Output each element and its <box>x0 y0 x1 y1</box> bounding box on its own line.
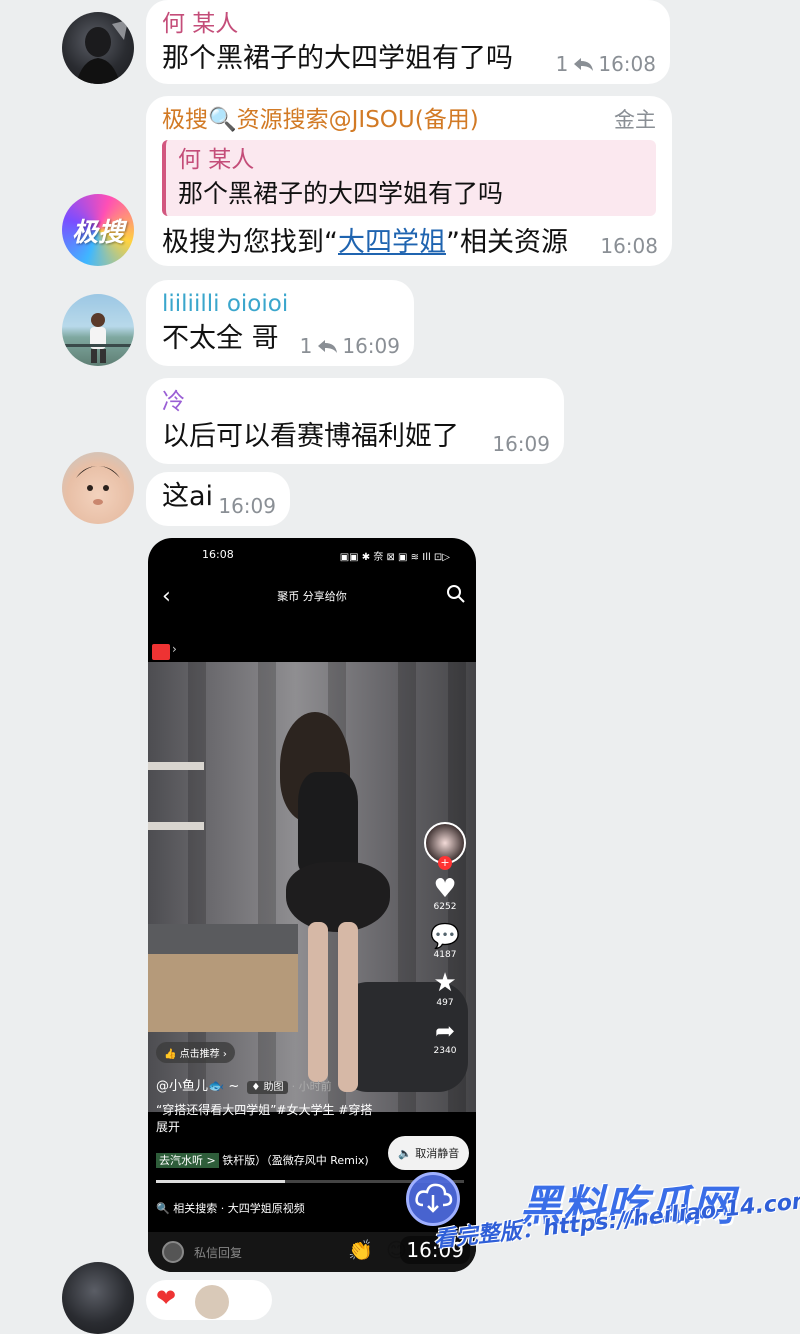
red-envelope-icon <box>152 644 170 660</box>
message-bubble-4[interactable]: 冷 以后可以看赛博福利姬了 16:09 <box>146 378 564 464</box>
quoted-message[interactable]: 何 某人 那个黑裙子的大四学姐有了吗 <box>162 140 656 216</box>
author-time: · 小时前 <box>291 1080 332 1093</box>
woman-leg <box>338 922 358 1092</box>
badge-label: 金主 <box>614 108 656 132</box>
avatar-jisou[interactable]: 极搜 <box>62 194 134 266</box>
avatar-he-image <box>76 20 128 84</box>
video-caption: “穿搭还得看大四学姐”#女大学生 #穿搭 展开 <box>156 1103 373 1134</box>
reaction-bubble[interactable]: ❤ <box>146 1280 272 1320</box>
music-tag: 去汽水听 > <box>156 1153 219 1168</box>
quoted-text: 那个黑裙子的大四学姐有了吗 <box>178 179 504 208</box>
reply-placeholder: 私信回复 <box>194 1246 243 1260</box>
avatar-baby[interactable] <box>62 452 134 524</box>
comment-icon: 💬 <box>430 922 460 950</box>
heart-icon: ♥ <box>433 874 457 904</box>
desk <box>148 924 298 954</box>
author-name: @小鱼儿🐟 ~ <box>156 1079 240 1094</box>
comments-count: 4187 <box>433 950 457 960</box>
clap-emoji-icon: 👏 <box>348 1238 373 1262</box>
sender-name[interactable]: 何 某人 <box>162 8 654 40</box>
message-time: 16:09 <box>218 494 276 518</box>
message-time: 16:08 <box>600 234 658 258</box>
shelf <box>148 822 204 830</box>
recommend-tag-label: 点击推荐 <box>179 1049 220 1060</box>
reply-count[interactable]: 1 <box>300 334 313 358</box>
cancel-mute-button: 🔈 取消静音 <box>388 1136 470 1170</box>
reply-icon[interactable] <box>572 56 594 72</box>
message-text-prefix: 极搜为您找到“ <box>162 227 338 258</box>
music-line: 去汽水听 > 铁杆版）（盈微存风中 Remix) <box>156 1152 369 1169</box>
likes-count: 6252 <box>433 902 457 912</box>
reply-count[interactable]: 1 <box>556 52 569 76</box>
avatar-lili[interactable] <box>62 294 134 366</box>
search-icon <box>447 585 465 603</box>
avatar-he[interactable] <box>62 1262 134 1334</box>
message-bubble-1[interactable]: 何 某人 那个黑裙子的大四学姐有了吗 1 16:08 <box>146 0 670 84</box>
avatar-baby-image <box>76 466 120 505</box>
shelf <box>148 762 204 770</box>
music-title: 铁杆版）（盈微存风中 Remix) <box>222 1154 369 1167</box>
quoted-sender: 何 某人 <box>178 147 255 173</box>
message-meta: 1 16:09 <box>300 334 400 358</box>
phone-status-bar: 16:08 ▣▣ ✱ 奈 ⊠ ▣ ≋ Ill ⊡▷ <box>148 548 476 570</box>
avatar-jisou-label: 极搜 <box>71 218 124 248</box>
follow-plus-icon: + <box>438 856 452 870</box>
download-button[interactable] <box>406 1172 460 1226</box>
message-bubble-5[interactable]: 这ai 16:09 <box>146 472 290 526</box>
cancel-mute-label: 🔈 取消静音 <box>398 1147 460 1160</box>
camera-icon <box>162 1241 184 1263</box>
message-time: 16:08 <box>598 52 656 76</box>
star-icon: ★ <box>433 968 457 998</box>
recommend-tag: 👍 点击推荐 › <box>156 1042 235 1063</box>
share-icon: ➦ <box>434 1017 456 1045</box>
sender-name[interactable]: 冷 <box>162 386 548 418</box>
reactor-avatar <box>195 1284 230 1319</box>
message-time: 16:09 <box>342 334 400 358</box>
message-bubble-2[interactable]: 极搜🔍资源搜索@JISOU(备用) 金主 何 某人 那个黑裙子的大四学姐有了吗 … <box>146 96 672 266</box>
sender-name[interactable]: 极搜🔍资源搜索@JISOU(备用) <box>162 104 479 136</box>
phone-nav-bar: ‹ 聚币 分享给你 <box>148 582 476 622</box>
woman-top <box>298 772 358 872</box>
woman-leg <box>308 922 328 1082</box>
phone-status-icons: ▣▣ ✱ 奈 ⊠ ▣ ≋ Ill ⊡▷ <box>339 552 450 563</box>
download-icon <box>415 1183 453 1213</box>
message-bubble-3[interactable]: liiliilli oioioi 不太全 哥 1 16:09 <box>146 280 414 366</box>
heart-reaction-icon: ❤ <box>156 1284 177 1312</box>
related-search-label: 相关搜索 · 大四学姐原视频 <box>173 1202 305 1215</box>
sender-name[interactable]: liiliilli oioioi <box>162 288 398 320</box>
desk-front <box>148 954 298 1032</box>
author-badge: ♦ 助图 <box>247 1081 288 1094</box>
phone-status-time: 16:08 <box>202 548 234 561</box>
related-search: 🔍 相关搜索 · 大四学姐原视频 <box>156 1202 305 1215</box>
reply-icon[interactable] <box>316 338 338 354</box>
message-meta: 16:09 <box>492 432 550 456</box>
message-time: 16:09 <box>492 432 550 456</box>
message-text: 极搜为您找到“大四学姐”相关资源 <box>162 224 656 262</box>
image-message[interactable]: 16:08 ▣▣ ✱ 奈 ⊠ ▣ ≋ Ill ⊡▷ ‹ 聚币 分享给你 › + … <box>148 538 476 1272</box>
phone-nav-title: 聚币 分享给你 <box>277 590 347 603</box>
video-side-actions: + ♥ 6252 💬 4187 ★ 497 ➦ 2340 <box>424 822 466 1056</box>
avatar-lili-image <box>62 313 134 363</box>
author-line: @小鱼儿🐟 ~ ♦ 助图 · 小时前 <box>156 1078 332 1096</box>
message-text-suffix: ”相关资源 <box>446 227 568 258</box>
avatar-he[interactable] <box>62 12 134 84</box>
favorites-count: 497 <box>436 998 454 1008</box>
message-meta: 1 16:08 <box>556 52 656 76</box>
message-text: 以后可以看赛博福利姬了 <box>162 421 459 452</box>
message-meta: 16:09 <box>218 494 276 518</box>
search-result-link[interactable]: 大四学姐 <box>338 227 446 258</box>
woman-skirt <box>286 862 390 932</box>
shares-count: 2340 <box>433 1046 457 1056</box>
chevron-right-icon: › <box>172 642 177 656</box>
message-meta: 16:08 <box>600 234 658 258</box>
